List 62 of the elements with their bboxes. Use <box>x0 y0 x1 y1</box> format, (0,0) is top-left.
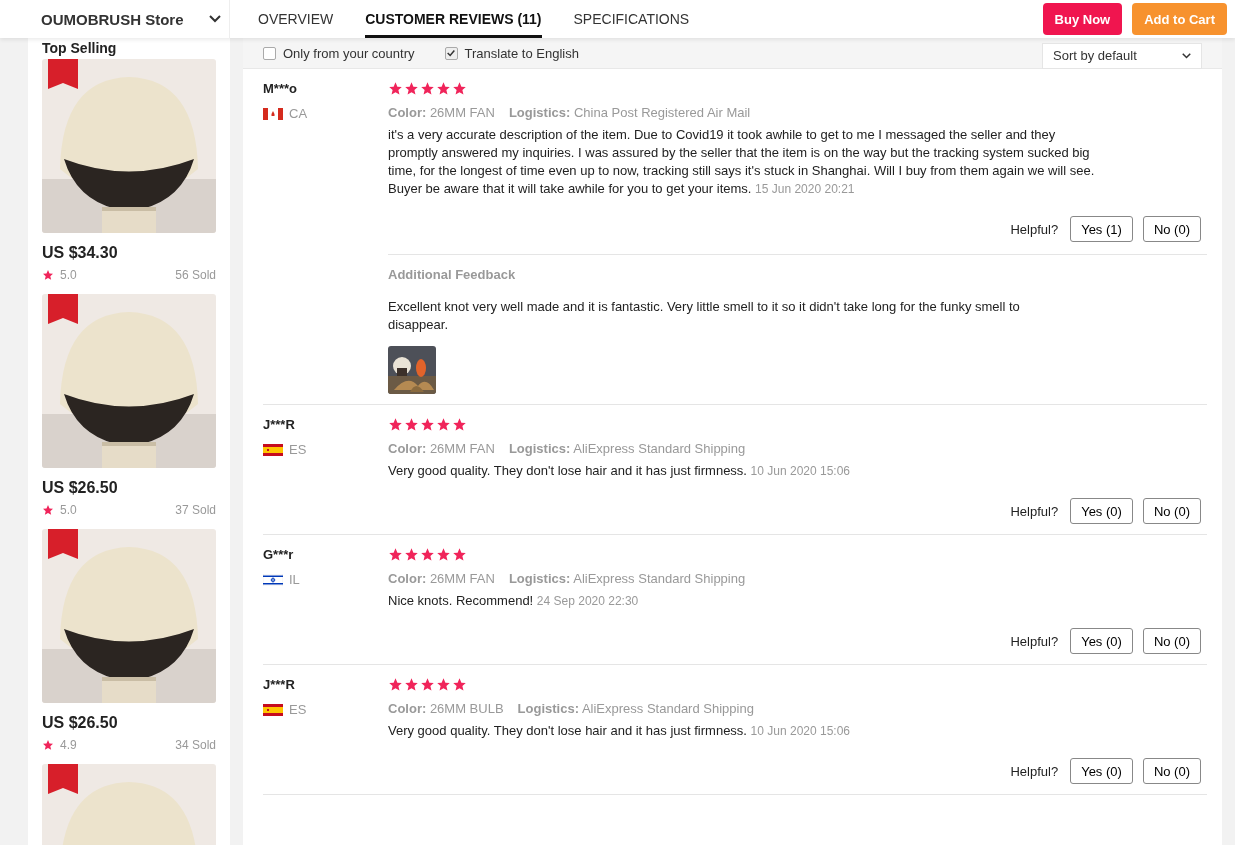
review-text: it's a very accurate description of the item. Due to Covid19 it took awhile to get to me I messaged the seller and they promptly answered my inquiries. I was assured by the seller that the item is on the way but the tracking system sucked big time, for the longest of time even up to now, tracking still says it's stuck in Shanghai. Will I buy from them again we will see. Buyer be aware that it will take awhile for you to get your items. 15 Jun 2020 20:21 <box>388 126 1096 198</box>
sort-dropdown[interactable]: Sort by default <box>1042 42 1202 69</box>
product-price: US $34.30 <box>42 244 119 262</box>
sold-count: 56 Sold <box>175 268 216 282</box>
sold-count: 37 Sold <box>175 503 216 517</box>
yes-button[interactable]: Yes (0) <box>1070 758 1133 784</box>
checkbox[interactable] <box>263 46 276 60</box>
reviewer-name: J***R <box>263 677 296 692</box>
helpful-label: Helpful? <box>1010 503 1059 519</box>
reviewer-name: G***r <box>263 547 295 562</box>
color-info: Color: 26MM BULB <box>388 701 504 716</box>
star-icon <box>42 739 54 751</box>
no-button[interactable]: No (0) <box>1142 628 1201 654</box>
color-info: Color: 26MM FAN <box>388 105 495 120</box>
chevron-down-icon[interactable] <box>209 15 221 23</box>
checkbox-label[interactable]: Only from your country <box>283 45 415 61</box>
product-price: US $26.50 <box>42 714 119 732</box>
flag-icon <box>263 573 283 586</box>
sidebar-title: Top Selling <box>42 40 118 58</box>
country-code: ES <box>289 442 307 457</box>
product-rating: 4.9 <box>60 738 77 752</box>
flag-icon <box>263 107 283 120</box>
tab[interactable]: SPECIFICATIONS <box>573 0 690 38</box>
star-icon <box>42 269 54 281</box>
flag-icon <box>263 443 283 456</box>
logistics-info: Logistics: AliExpress Standard Shipping <box>508 441 746 456</box>
sold-count: 34 Sold <box>175 738 216 752</box>
country-code: IL <box>289 572 300 587</box>
reviewer-name: J***R <box>263 417 296 432</box>
no-button[interactable]: No (0) <box>1142 216 1201 242</box>
logistics-info: Logistics: AliExpress Standard Shipping <box>517 701 754 716</box>
helpful-label: Helpful? <box>1010 221 1059 237</box>
review-text: Very good quality. They don't lose hair and it has just firmness. 10 Jun 2020 15:06 <box>388 462 851 480</box>
additional-feedback-text: Excellent knot very well made and it is fantastic. Very little smell to it so it didn't take long for the funky smell to disappear. <box>388 298 1021 334</box>
no-button[interactable]: No (0) <box>1142 498 1201 524</box>
logistics-info: Logistics: China Post Registered Air Mail <box>508 105 751 120</box>
checkbox[interactable] <box>444 46 458 60</box>
review-text: Nice knots. Recommend! 24 Sep 2020 22:30 <box>388 592 640 610</box>
helpful-label: Helpful? <box>1010 633 1059 649</box>
country-code: CA <box>289 106 308 121</box>
review-text: Very good quality. They don't lose hair and it has just firmness. 10 Jun 2020 15:06 <box>388 722 851 740</box>
chevron-down-icon[interactable] <box>1182 52 1191 59</box>
helpful-label: Helpful? <box>1010 763 1059 779</box>
logistics-info: Logistics: AliExpress Standard Shipping <box>508 571 746 586</box>
store-name[interactable]: OUMOBRUSH Store <box>41 10 184 28</box>
color-info: Color: 26MM FAN <box>388 571 495 586</box>
product-rating: 5.0 <box>60 503 77 517</box>
checkbox-label[interactable]: Translate to English <box>464 45 579 61</box>
product-price: US $26.50 <box>42 479 119 497</box>
reviewer-name: M***o <box>263 81 298 96</box>
flag-icon <box>263 703 283 716</box>
color-info: Color: 26MM FAN <box>388 441 495 456</box>
star-icon <box>42 504 54 516</box>
yes-button[interactable]: Yes (0) <box>1070 628 1133 654</box>
product-rating: 5.0 <box>60 268 77 282</box>
yes-button[interactable]: Yes (0) <box>1070 498 1133 524</box>
yes-button[interactable]: Yes (1) <box>1070 216 1133 242</box>
country-code: ES <box>289 702 307 717</box>
buy-now-button[interactable]: Buy Now <box>1042 3 1123 35</box>
additional-feedback-heading: Additional Feedback <box>388 267 517 282</box>
tab[interactable]: OVERVIEW <box>258 0 334 38</box>
no-button[interactable]: No (0) <box>1142 758 1201 784</box>
